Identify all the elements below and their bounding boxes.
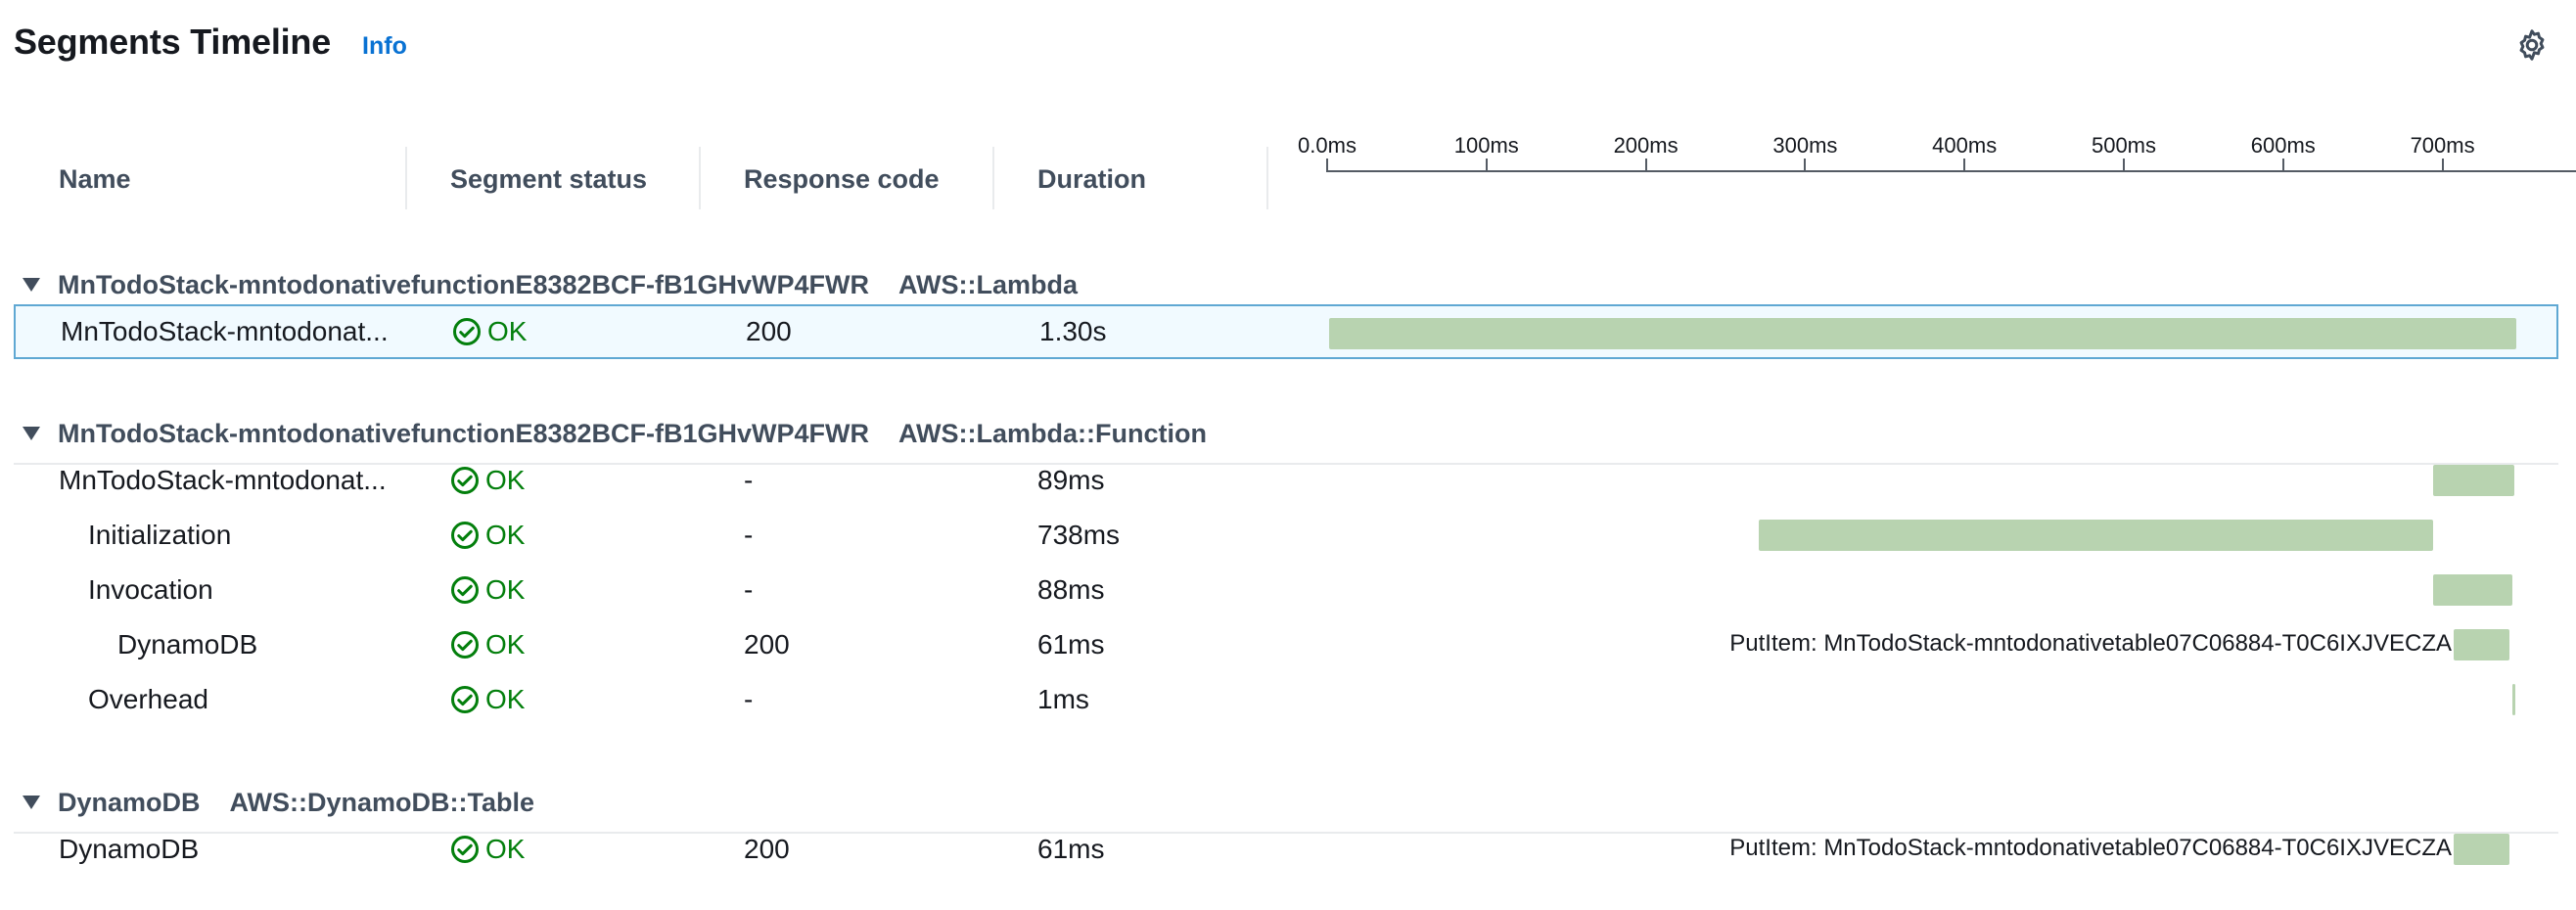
segment-name: DynamoDB bbox=[59, 834, 200, 864]
timeline-bar[interactable] bbox=[2432, 465, 2514, 496]
duration: 1.30s bbox=[1039, 316, 1107, 346]
segment-status: OK bbox=[450, 617, 525, 672]
duration: 738ms bbox=[1037, 520, 1121, 550]
group-name: MnTodoStack-mntodonativefunctionE8382BCF… bbox=[58, 269, 870, 299]
gear-icon[interactable] bbox=[2514, 27, 2550, 63]
group-type: AWS::DynamoDB::Table bbox=[229, 787, 535, 817]
segment-name: MnTodoStack-mntodonat... bbox=[61, 316, 389, 346]
column-header-segment-status[interactable]: Segment status bbox=[450, 147, 647, 211]
timeline-bar[interactable] bbox=[2432, 574, 2513, 606]
response-code: 200 bbox=[744, 834, 790, 864]
column-divider[interactable] bbox=[405, 147, 407, 209]
check-circle-icon bbox=[450, 575, 485, 605]
segment-name: Invocation bbox=[88, 574, 213, 605]
info-link[interactable]: Info bbox=[362, 32, 407, 61]
caret-down-icon[interactable] bbox=[23, 427, 40, 440]
caret-down-icon[interactable] bbox=[23, 278, 40, 292]
axis-tick bbox=[1326, 159, 1328, 172]
page-header: Segments Timeline Info bbox=[14, 22, 407, 70]
column-header-response-code[interactable]: Response code bbox=[744, 147, 940, 211]
axis-tick-label: 600ms bbox=[2250, 133, 2316, 158]
group-name: DynamoDB bbox=[58, 787, 201, 817]
axis-tick-label: 700ms bbox=[2410, 133, 2475, 158]
caret-down-icon[interactable] bbox=[23, 796, 40, 809]
bar-label: PutItem: MnTodoStack-mntodonativetable07… bbox=[1729, 835, 2452, 861]
column-divider[interactable] bbox=[699, 147, 701, 209]
axis-tick bbox=[2441, 159, 2444, 172]
duration: 89ms bbox=[1037, 465, 1105, 495]
timeline-bar[interactable] bbox=[2453, 629, 2509, 660]
segment-name: DynamoDB bbox=[117, 629, 258, 660]
axis-tick-label: 400ms bbox=[1932, 133, 1998, 158]
status-text: OK bbox=[487, 316, 528, 346]
segment-status: OK bbox=[450, 563, 525, 617]
axis-tick-label: 300ms bbox=[1772, 133, 1838, 158]
group-type: AWS::Lambda::Function bbox=[898, 418, 1207, 448]
timeline-bar[interactable] bbox=[1329, 318, 2516, 349]
table-row[interactable]: Overhead OK - 1ms bbox=[14, 672, 2558, 727]
status-text: OK bbox=[485, 834, 526, 864]
axis-tick-label: 0.0ms bbox=[1298, 133, 1357, 158]
axis-tick bbox=[2281, 159, 2284, 172]
table-row[interactable]: DynamoDB OK 200 61ms PutItem: MnTodoStack-mn… bbox=[14, 822, 2558, 877]
check-circle-icon bbox=[450, 521, 485, 550]
timeline-axis-line bbox=[1327, 170, 2576, 172]
status-text: OK bbox=[485, 574, 526, 605]
page-title: Segments Timeline bbox=[14, 22, 332, 62]
table-row[interactable]: DynamoDB OK 200 61ms PutItem: MnTodoStack-mn… bbox=[14, 617, 2558, 672]
table-row[interactable]: Initialization OK - 738ms bbox=[14, 508, 2558, 563]
segment-name: MnTodoStack-mntodonat... bbox=[59, 465, 387, 495]
axis-tick-label: 500ms bbox=[2091, 133, 2157, 158]
response-code: - bbox=[744, 684, 754, 714]
response-code: - bbox=[744, 465, 754, 495]
column-divider[interactable] bbox=[992, 147, 994, 209]
timeline-bar[interactable] bbox=[2512, 684, 2516, 715]
timeline-bar[interactable] bbox=[2453, 834, 2509, 865]
status-text: OK bbox=[485, 520, 526, 550]
timeline-bar[interactable] bbox=[1759, 520, 2433, 551]
axis-tick-label: 200ms bbox=[1613, 133, 1679, 158]
table-row[interactable]: Invocation OK - 88ms bbox=[14, 563, 2558, 617]
axis-tick bbox=[1804, 159, 1807, 172]
axis-tick-label: 100ms bbox=[1453, 133, 1519, 158]
column-header-duration[interactable]: Duration bbox=[1037, 147, 1146, 211]
response-code: 200 bbox=[746, 316, 792, 346]
duration: 61ms bbox=[1037, 629, 1105, 660]
axis-tick bbox=[1485, 159, 1488, 172]
check-circle-icon bbox=[450, 466, 485, 495]
column-divider[interactable] bbox=[1266, 147, 1268, 209]
status-text: OK bbox=[485, 629, 526, 660]
axis-tick bbox=[1963, 159, 1966, 172]
response-code: - bbox=[744, 520, 754, 550]
segment-status: OK bbox=[450, 508, 525, 563]
table-row[interactable]: MnTodoStack-mntodonat... OK - 89ms bbox=[14, 453, 2558, 508]
segment-name: Initialization bbox=[88, 520, 232, 550]
duration: 61ms bbox=[1037, 834, 1105, 864]
table-row[interactable]: MnTodoStack-mntodonat... OK 200 1.30s bbox=[14, 304, 2558, 359]
segment-status: OK bbox=[452, 306, 527, 357]
group-name: MnTodoStack-mntodonativefunctionE8382BCF… bbox=[58, 418, 870, 448]
status-text: OK bbox=[485, 465, 526, 495]
axis-tick bbox=[2123, 159, 2125, 172]
segment-name: Overhead bbox=[88, 684, 208, 714]
response-code: 200 bbox=[744, 629, 790, 660]
status-text: OK bbox=[485, 684, 526, 714]
axis-tick bbox=[1644, 159, 1647, 172]
check-circle-icon bbox=[450, 835, 485, 864]
duration: 88ms bbox=[1037, 574, 1105, 605]
check-circle-icon bbox=[452, 317, 487, 346]
group-type: AWS::Lambda bbox=[898, 269, 1079, 299]
response-code: - bbox=[744, 574, 754, 605]
segment-status: OK bbox=[450, 453, 525, 508]
check-circle-icon bbox=[450, 630, 485, 660]
segment-status: OK bbox=[450, 672, 525, 727]
segment-status: OK bbox=[450, 822, 525, 877]
bar-label: PutItem: MnTodoStack-mntodonativetable07… bbox=[1729, 630, 2452, 657]
duration: 1ms bbox=[1037, 684, 1089, 714]
column-header-name[interactable]: Name bbox=[59, 147, 131, 211]
check-circle-icon bbox=[450, 685, 485, 714]
